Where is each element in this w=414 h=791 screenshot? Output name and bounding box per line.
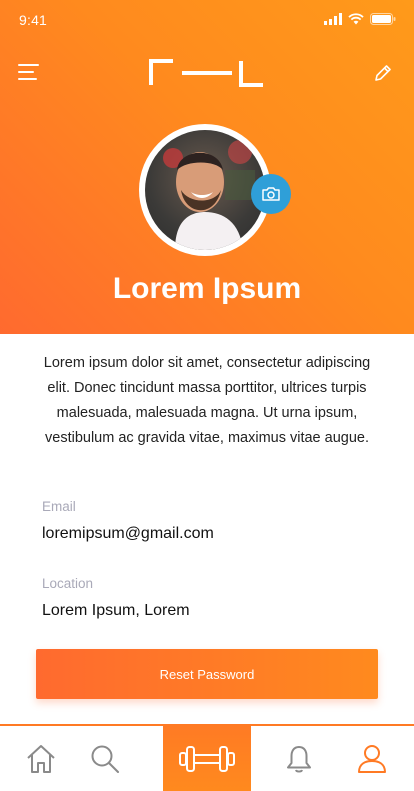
profile-header: 9:41 Lorem Ipsum (0, 0, 414, 334)
email-label: Email (42, 499, 76, 514)
menu-line (18, 64, 39, 66)
dumbbell-icon (179, 745, 235, 772)
profile-bio: Lorem ipsum dolor sit amet, consectetur … (43, 355, 371, 446)
menu-line (18, 71, 34, 73)
status-time: 9:41 (19, 12, 48, 28)
status-icons (324, 13, 396, 25)
email-value: loremipsum@gmail.com (42, 525, 214, 542)
tab-home[interactable] (18, 726, 64, 791)
avatar-photo (163, 140, 255, 250)
reset-password-button[interactable]: Reset Password (36, 649, 378, 699)
status-bar: 9:41 (0, 0, 414, 40)
home-icon (27, 744, 55, 773)
bell-icon (287, 745, 311, 772)
menu-button[interactable] (18, 63, 40, 81)
wifi-icon (348, 13, 364, 25)
tab-search[interactable] (82, 726, 128, 791)
menu-line (18, 78, 37, 80)
user-icon (358, 744, 386, 773)
app-logo (149, 59, 263, 87)
tab-notifications[interactable] (276, 726, 322, 791)
profile-name: Lorem Ipsum (112, 272, 302, 305)
edit-icon[interactable] (373, 63, 393, 83)
location-label: Location (42, 576, 94, 591)
tab-workout[interactable] (163, 724, 251, 791)
camera-icon (262, 187, 280, 201)
battery-icon (370, 13, 396, 25)
search-icon (91, 745, 119, 773)
avatar[interactable] (145, 130, 265, 250)
location-value: Lorem Ipsum, Lorem (42, 602, 190, 619)
tab-profile[interactable] (349, 726, 395, 791)
change-photo-button[interactable] (251, 174, 291, 214)
bottom-tab-bar (0, 724, 414, 791)
signal-icon (324, 13, 342, 25)
